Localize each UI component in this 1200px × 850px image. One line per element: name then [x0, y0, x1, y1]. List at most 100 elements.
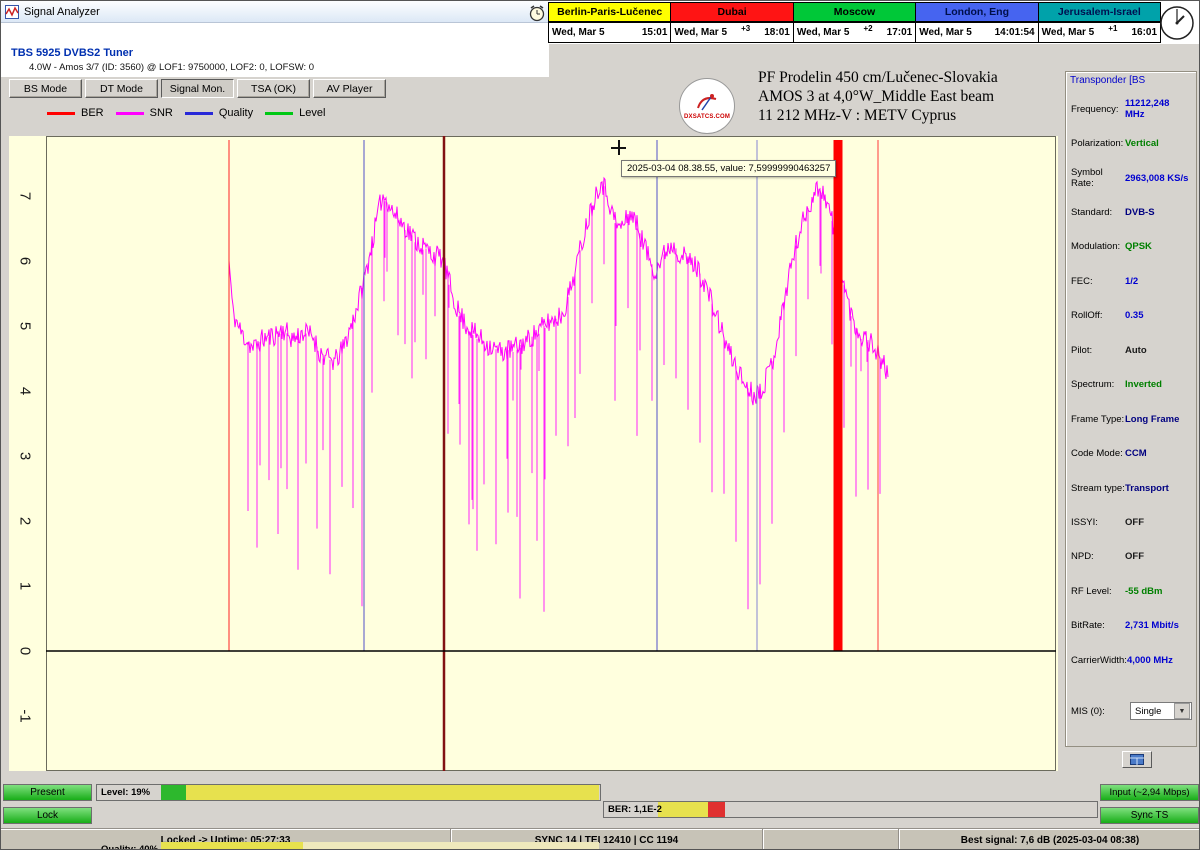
- transponder-row-label: Modulation:: [1071, 241, 1125, 252]
- annotation-text: PF Prodelin 450 cm/Lučenec-Slovakia AMOS…: [758, 68, 1058, 125]
- transponder-row: Pilot:Auto: [1066, 333, 1196, 367]
- mis-select[interactable]: Single ▼: [1130, 702, 1192, 720]
- annotation-line-3: 11 212 MHz-V : METV Cyprus: [758, 106, 1058, 125]
- quality-label: Quality: 40%: [97, 844, 162, 850]
- quality-meter-yellow-segment: [161, 842, 303, 850]
- transponder-row-label: Pilot:: [1071, 345, 1125, 356]
- transponder-row-label: CarrierWidth:: [1071, 655, 1127, 666]
- transponder-panel: Transponder [BS Frequency:11212,248 MHzP…: [1065, 71, 1197, 747]
- y-axis-label: 2: [17, 517, 34, 525]
- tab-av-player[interactable]: AV Player: [313, 79, 386, 98]
- legend-item-ber: BER: [47, 107, 104, 119]
- clock-time-moscow: Wed, Mar 5+217:01: [793, 22, 916, 43]
- chart-tooltip: 2025-03-04 08.38.55, value: 7,5999999046…: [621, 160, 836, 177]
- tab-bs-mode[interactable]: BS Mode: [9, 79, 82, 98]
- quality-meter: Quality: 40%: [96, 841, 601, 850]
- transponder-row-label: NPD:: [1071, 551, 1125, 562]
- window-title: Signal Analyzer: [24, 6, 100, 18]
- transponder-row-value: 1/2: [1125, 276, 1191, 287]
- analog-clock-icon: [1159, 3, 1195, 43]
- input-label: Input (~2,94 Mbps): [1109, 787, 1189, 798]
- transponder-tool-button[interactable]: [1122, 751, 1152, 768]
- legend-item-level: Level: [265, 107, 325, 119]
- transponder-row-value: OFF: [1125, 517, 1191, 528]
- legend-label: Quality: [219, 107, 253, 119]
- clock-time: 18:01: [764, 27, 790, 38]
- level-meter-green-segment: [161, 785, 186, 800]
- tab-label: BS Mode: [24, 83, 67, 95]
- signal-analyzer-window: Signal Analyzer Berlin-Paris-Lučenec Dub…: [0, 0, 1200, 850]
- y-axis-label: -1: [17, 709, 34, 722]
- clock-time-dubai: Wed, Mar 5 +3 18:01: [670, 22, 793, 43]
- annotation-line-1: PF Prodelin 450 cm/Lučenec-Slovakia: [758, 68, 1058, 87]
- transponder-row-label: RF Level:: [1071, 586, 1125, 597]
- statusbar-spacer: [763, 829, 899, 850]
- transponder-row: Code Mode:CCM: [1066, 436, 1196, 470]
- mode-tabs: BS Mode DT Mode Signal Mon. TSA (OK) AV …: [9, 79, 386, 98]
- plot-border: [47, 137, 1056, 771]
- transponder-row-value: 0.35: [1125, 310, 1191, 321]
- transponder-row-label: ISSYI:: [1071, 517, 1125, 528]
- input-indicator: Input (~2,94 Mbps): [1100, 784, 1199, 801]
- mis-label: MIS (0):: [1071, 706, 1105, 717]
- transponder-row-label: Frame Type:: [1071, 414, 1125, 425]
- clock-offset: +1: [1108, 24, 1117, 33]
- transponder-row-label: RollOff:: [1071, 310, 1125, 321]
- clock-header-berlin-paris-lucenec: Berlin-Paris-Lučenec: [548, 2, 671, 22]
- transponder-row: ISSYI:OFF: [1066, 505, 1196, 539]
- y-axis-label: 7: [17, 192, 34, 200]
- transponder-row-value: CCM: [1125, 448, 1191, 459]
- table-icon: [1130, 754, 1144, 765]
- clock-city-label: Jerusalem-Israel: [1058, 6, 1141, 18]
- transponder-row-value: DVB-S: [1125, 207, 1191, 218]
- legend-label: Level: [299, 107, 325, 119]
- snr-trace-spikes: [248, 186, 880, 611]
- transponder-row: RollOff:0.35: [1066, 299, 1196, 333]
- ber-line-swatch: [47, 112, 75, 115]
- clock-header-london: London, Eng: [915, 2, 1038, 22]
- clock-time: 14:01:54: [995, 27, 1035, 38]
- sync-ts-indicator: Sync TS: [1100, 807, 1199, 824]
- transponder-row-label: Polarization:: [1071, 138, 1125, 149]
- tab-tsa[interactable]: TSA (OK): [237, 79, 310, 98]
- clock-city-label: Moscow: [834, 6, 875, 18]
- clock-date: Wed, Mar 5: [1042, 27, 1095, 38]
- clock-header-moscow: Moscow: [793, 2, 916, 22]
- transponder-row: Stream type:Transport: [1066, 471, 1196, 505]
- dxsatcs-logo: DXSATCS.COM: [679, 78, 735, 134]
- transponder-row-value: Auto: [1125, 345, 1191, 356]
- clock-city-label: Dubai: [718, 6, 747, 18]
- transponder-row-label: Symbol Rate:: [1071, 167, 1125, 189]
- clock-time: 16:01: [1131, 27, 1157, 38]
- clock-time-jerusalem: Wed, Mar 5 +1 16:01: [1038, 22, 1161, 43]
- transponder-row-value: 11212,248 MHz: [1125, 98, 1191, 120]
- clock-header-dubai: Dubai: [670, 2, 793, 22]
- signal-monitor-chart[interactable]: 76543210-1 2025-03-04 08.38.55, value: 7…: [9, 136, 1058, 771]
- snr-line-swatch: [116, 112, 144, 115]
- annotation-line-2: AMOS 3 at 4,0°W_Middle East beam: [758, 87, 1058, 106]
- y-axis-label: 5: [17, 322, 34, 330]
- transponder-row-label: Standard:: [1071, 207, 1125, 218]
- y-axis-label: 3: [17, 452, 34, 460]
- transponder-row-value: OFF: [1125, 551, 1191, 562]
- transponder-row: Modulation:QPSK: [1066, 230, 1196, 264]
- transponder-row-label: Code Mode:: [1071, 448, 1125, 459]
- clock-date: Wed, Mar 5: [674, 27, 727, 38]
- clock-time: 15:01: [642, 27, 668, 38]
- legend-label: SNR: [150, 107, 173, 119]
- tab-dt-mode[interactable]: DT Mode: [85, 79, 158, 98]
- tab-signal-mon[interactable]: Signal Mon.: [161, 79, 234, 98]
- clock-offset: +3: [741, 24, 750, 33]
- transponder-row-label: Frequency:: [1071, 104, 1125, 115]
- tab-label: DT Mode: [100, 83, 143, 95]
- transponder-row-value: Long Frame: [1125, 414, 1191, 425]
- clock-time: 17:01: [887, 27, 913, 38]
- clock-offset: +2: [863, 24, 872, 33]
- transponder-row-value: QPSK: [1125, 241, 1191, 252]
- chart-legend: BER SNR Quality Level: [47, 107, 325, 119]
- world-clocks-times: Wed, Mar 5 15:01 Wed, Mar 5 +3 18:01 Wed, M…: [549, 22, 1161, 43]
- transponder-row: FEC:1/2: [1066, 264, 1196, 298]
- y-axis-label: 6: [17, 257, 34, 265]
- quality-meter-pale-segment: [303, 842, 599, 850]
- legend-item-quality: Quality: [185, 107, 253, 119]
